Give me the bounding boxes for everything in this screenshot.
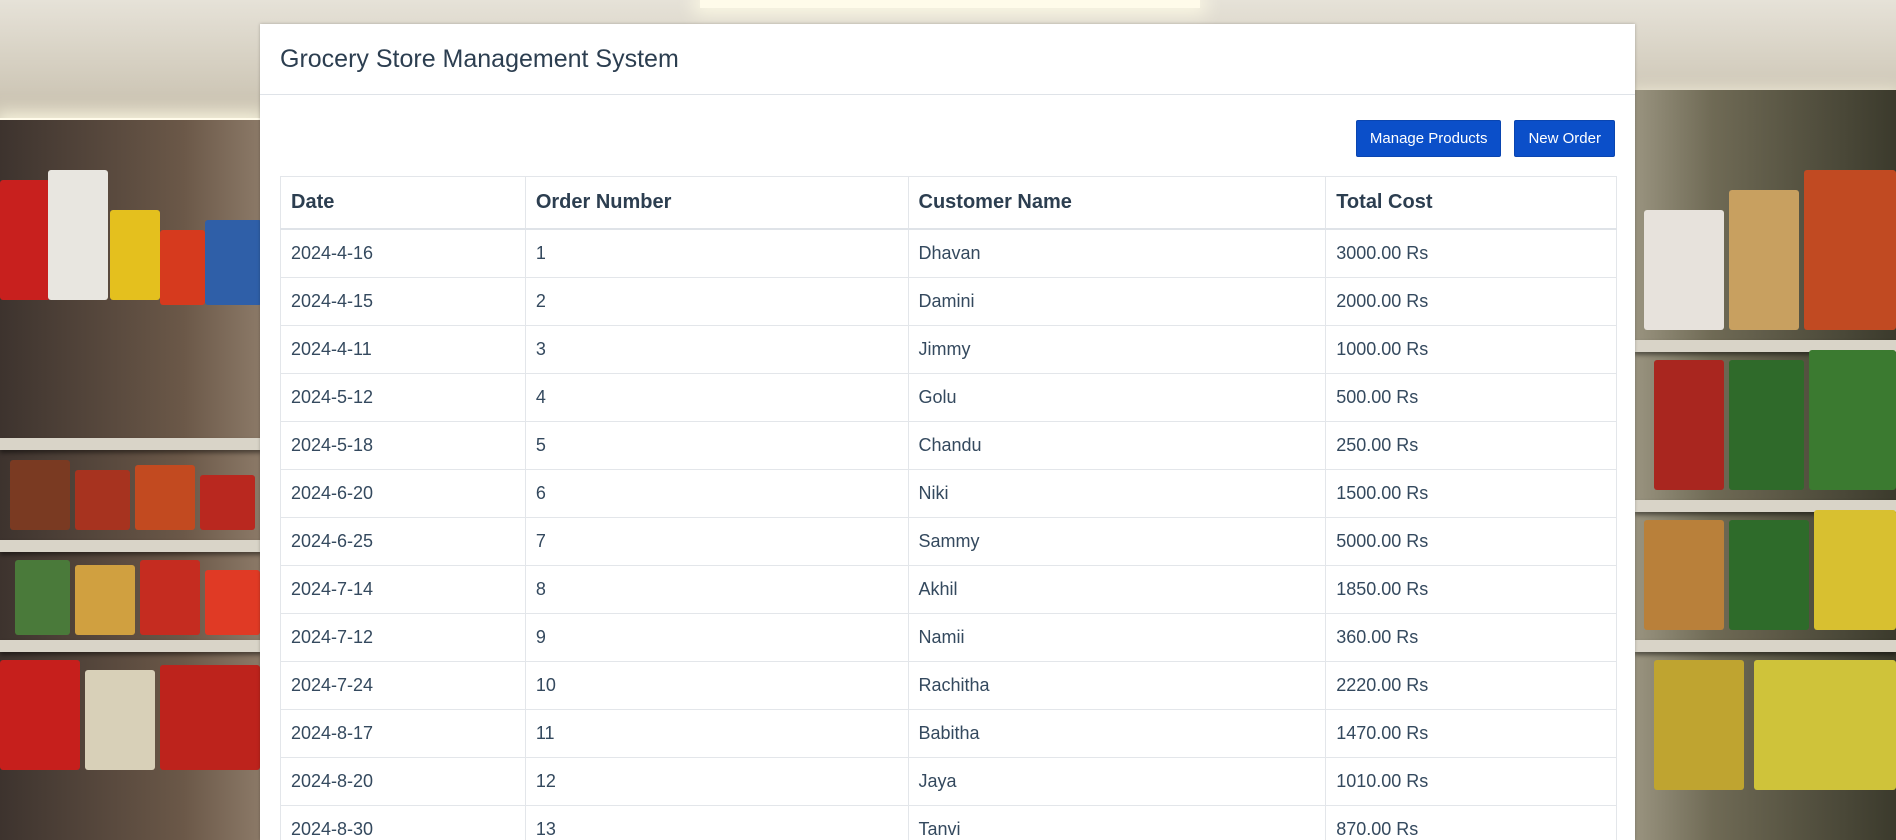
total-cost-cell: 5000.00 Rs [1325,517,1617,566]
order-number-cell: 6 [524,469,909,518]
order-number-cell: 2 [524,277,909,326]
date-cell: 2024-7-12 [280,613,526,662]
order-number-cell: 7 [524,517,909,566]
order-number-cell: 4 [524,373,909,422]
table-header-row: Date Order Number Customer Name Total Co… [280,176,1617,230]
orders-table-body: 2024-4-16 1 Dhavan 3000.00 Rs 2024-4-15 2 Dami… [280,228,1617,840]
order-number-cell: 3 [524,325,909,374]
main-panel: Grocery Store Management System Manage P… [260,24,1635,840]
column-header-order-number: Order Number [524,176,909,230]
customer-name-cell: Akhil [907,565,1327,614]
orders-table-container: Date Order Number Customer Name Total Co… [280,176,1617,840]
table-row: 2024-7-14 8 Akhil 1850.00 Rs [280,565,1617,614]
column-header-total-cost: Total Cost [1325,176,1617,230]
table-row: 2024-8-30 13 Tanvi 870.00 Rs [280,805,1617,840]
table-row: 2024-8-17 11 Babitha 1470.00 Rs [280,709,1617,758]
date-cell: 2024-8-20 [280,757,526,806]
date-cell: 2024-7-24 [280,661,526,710]
order-number-cell: 1 [524,228,909,278]
date-cell: 2024-5-12 [280,373,526,422]
manage-products-button[interactable]: Manage Products [1355,120,1502,157]
total-cost-cell: 1010.00 Rs [1325,757,1617,806]
total-cost-cell: 870.00 Rs [1325,805,1617,840]
total-cost-cell: 250.00 Rs [1325,421,1617,470]
ceiling-light [700,0,1200,8]
date-cell: 2024-6-25 [280,517,526,566]
table-row: 2024-5-18 5 Chandu 250.00 Rs [280,421,1617,470]
date-cell: 2024-4-16 [280,228,526,278]
column-header-date: Date [280,176,526,230]
date-cell: 2024-4-11 [280,325,526,374]
total-cost-cell: 2000.00 Rs [1325,277,1617,326]
total-cost-cell: 360.00 Rs [1325,613,1617,662]
table-row: 2024-7-12 9 Namii 360.00 Rs [280,613,1617,662]
right-shelves [1634,90,1896,840]
total-cost-cell: 1000.00 Rs [1325,325,1617,374]
customer-name-cell: Jaya [907,757,1327,806]
table-row: 2024-4-15 2 Damini 2000.00 Rs [280,277,1617,326]
customer-name-cell: Namii [907,613,1327,662]
date-cell: 2024-6-20 [280,469,526,518]
customer-name-cell: Tanvi [907,805,1327,840]
customer-name-cell: Rachitha [907,661,1327,710]
table-row: 2024-6-25 7 Sammy 5000.00 Rs [280,517,1617,566]
date-cell: 2024-4-15 [280,277,526,326]
table-row: 2024-6-20 6 Niki 1500.00 Rs [280,469,1617,518]
total-cost-cell: 1470.00 Rs [1325,709,1617,758]
order-number-cell: 10 [524,661,909,710]
order-number-cell: 12 [524,757,909,806]
total-cost-cell: 1500.00 Rs [1325,469,1617,518]
order-number-cell: 13 [524,805,909,840]
left-shelves [0,120,262,840]
date-cell: 2024-5-18 [280,421,526,470]
date-cell: 2024-8-30 [280,805,526,840]
total-cost-cell: 1850.00 Rs [1325,565,1617,614]
order-number-cell: 5 [524,421,909,470]
table-row: 2024-4-16 1 Dhavan 3000.00 Rs [280,228,1617,278]
total-cost-cell: 2220.00 Rs [1325,661,1617,710]
table-row: 2024-4-11 3 Jimmy 1000.00 Rs [280,325,1617,374]
date-cell: 2024-7-14 [280,565,526,614]
customer-name-cell: Damini [907,277,1327,326]
customer-name-cell: Golu [907,373,1327,422]
customer-name-cell: Dhavan [907,228,1327,278]
date-cell: 2024-8-17 [280,709,526,758]
table-row: 2024-7-24 10 Rachitha 2220.00 Rs [280,661,1617,710]
page-title: Grocery Store Management System [280,44,679,73]
order-number-cell: 8 [524,565,909,614]
customer-name-cell: Sammy [907,517,1327,566]
new-order-button[interactable]: New Order [1514,120,1615,157]
total-cost-cell: 3000.00 Rs [1325,228,1617,278]
customer-name-cell: Babitha [907,709,1327,758]
orders-table: Date Order Number Customer Name Total Co… [280,176,1617,840]
order-number-cell: 9 [524,613,909,662]
toolbar: Manage Products New Order [260,95,1635,157]
panel-header: Grocery Store Management System [260,24,1635,95]
total-cost-cell: 500.00 Rs [1325,373,1617,422]
customer-name-cell: Chandu [907,421,1327,470]
customer-name-cell: Jimmy [907,325,1327,374]
order-number-cell: 11 [524,709,909,758]
column-header-customer-name: Customer Name [907,176,1327,230]
table-row: 2024-8-20 12 Jaya 1010.00 Rs [280,757,1617,806]
customer-name-cell: Niki [907,469,1327,518]
table-row: 2024-5-12 4 Golu 500.00 Rs [280,373,1617,422]
